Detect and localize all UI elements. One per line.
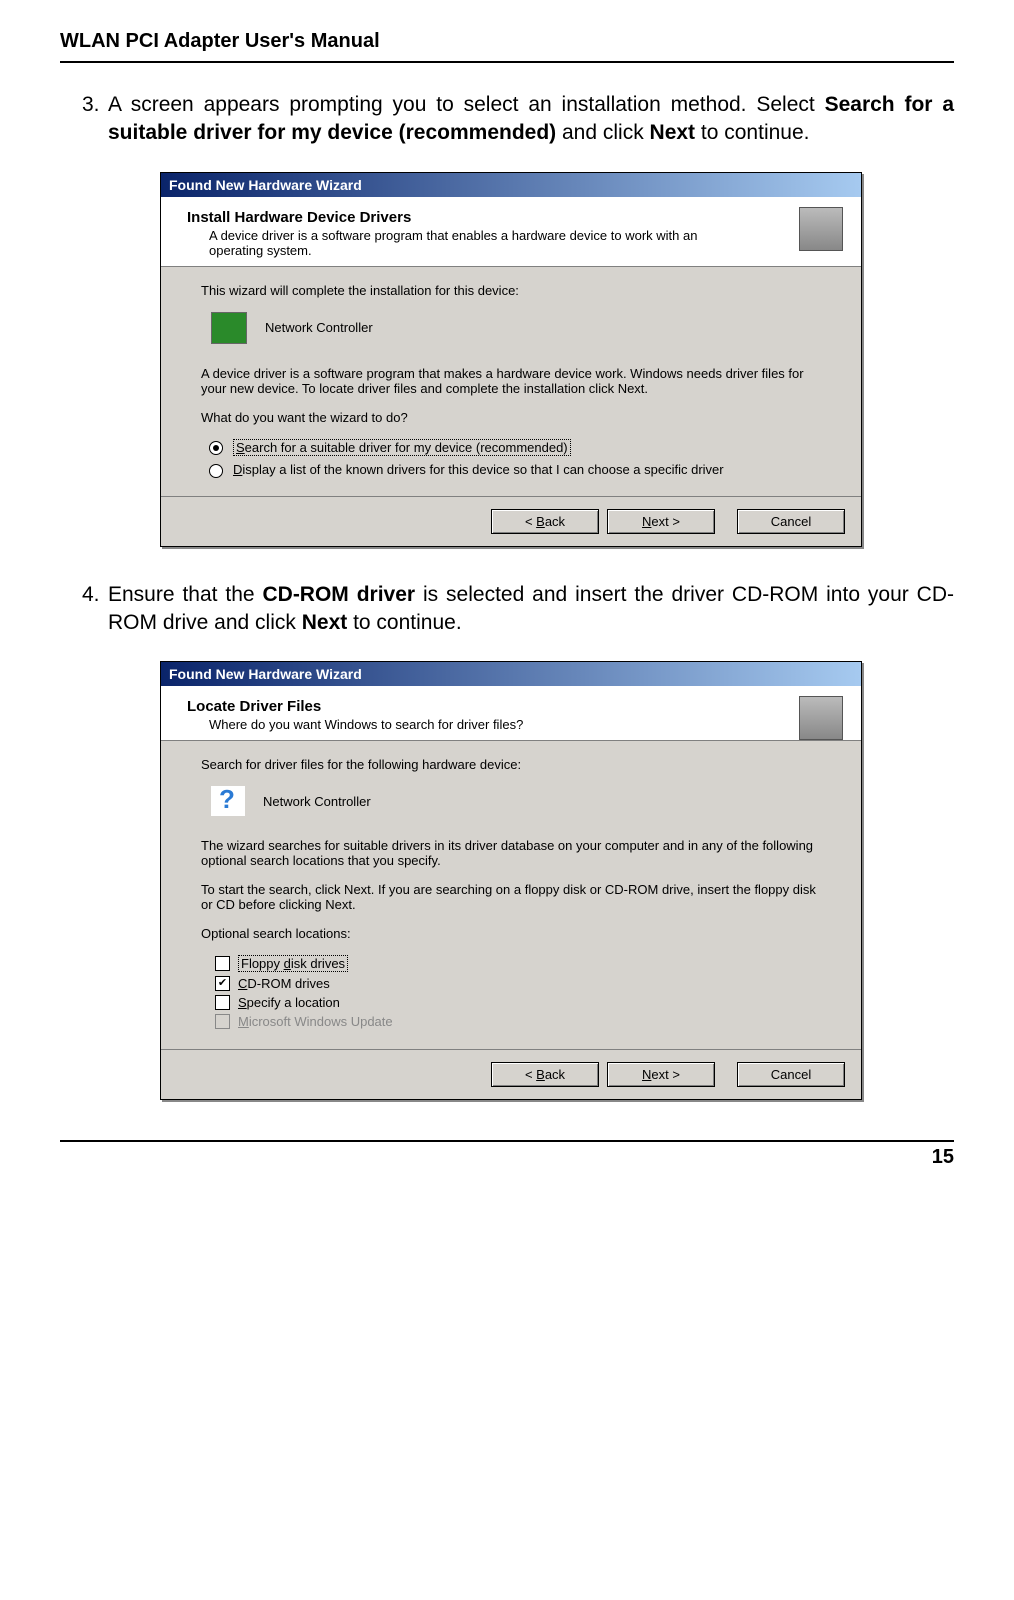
window-titlebar: Found New Hardware Wizard — [161, 662, 861, 686]
button-bar: < Back Next > Cancel — [161, 496, 861, 546]
check-cdrom[interactable]: ✔ CD-ROM drives — [215, 976, 821, 991]
device-name: Network Controller — [265, 320, 373, 335]
banner-subtitle: A device driver is a software program th… — [209, 228, 729, 258]
check-label: CD-ROM drives — [238, 976, 330, 991]
radio-label: Display a list of the known drivers for … — [233, 462, 724, 477]
t: to continue. — [347, 611, 461, 634]
doc-header: WLAN PCI Adapter User's Manual — [60, 30, 954, 63]
computer-icon — [799, 207, 843, 251]
device-chip-icon — [211, 312, 247, 344]
radio-icon — [209, 441, 223, 455]
step-number: 3. — [82, 91, 108, 148]
device-row: Network Controller — [211, 786, 821, 816]
text: Optional search locations: — [201, 926, 821, 941]
t: A screen appears prompting you to select… — [108, 93, 825, 116]
text: This wizard will complete the installati… — [201, 283, 821, 298]
text: Search for driver files for the followin… — [201, 757, 821, 772]
wizard-content: Search for driver files for the followin… — [161, 741, 861, 1049]
t: and click — [556, 121, 649, 144]
radio-label: SSearch for a suitable driver for my dev… — [233, 439, 571, 456]
wizard-locate-files: Found New Hardware Wizard Locate Driver … — [160, 661, 862, 1100]
device-row: Network Controller — [211, 312, 821, 344]
wizard-banner: Locate Driver Files Where do you want Wi… — [161, 686, 861, 740]
text: The wizard searches for suitable drivers… — [201, 838, 821, 868]
check-specify[interactable]: Specify a location — [215, 995, 821, 1010]
button-bar: < Back Next > Cancel — [161, 1049, 861, 1099]
page-footer: 15 — [60, 1140, 954, 1169]
back-button[interactable]: < Back — [491, 1062, 599, 1087]
device-name: Network Controller — [263, 794, 371, 809]
radio-display-list[interactable]: Display a list of the known drivers for … — [209, 462, 821, 478]
back-button[interactable]: < Back — [491, 509, 599, 534]
step-text: Ensure that the CD-ROM driver is selecte… — [108, 581, 954, 638]
check-windows-update: Microsoft Windows Update — [215, 1014, 821, 1029]
text: To start the search, click Next. If you … — [201, 882, 821, 912]
next-button[interactable]: Next > — [607, 1062, 715, 1087]
t: Next — [650, 121, 696, 144]
t: Ensure that the — [108, 583, 262, 606]
check-label: Specify a location — [238, 995, 340, 1010]
check-label: Microsoft Windows Update — [238, 1014, 393, 1029]
check-floppy[interactable]: Floppy disk drives — [215, 955, 821, 972]
wizard-install-drivers: Found New Hardware Wizard Install Hardwa… — [160, 172, 862, 547]
t: to continue. — [695, 121, 809, 144]
checklist: Floppy disk drives ✔ CD-ROM drives Speci… — [215, 955, 821, 1029]
checkbox-icon — [215, 1014, 230, 1029]
cancel-button[interactable]: Cancel — [737, 1062, 845, 1087]
window-titlebar: Found New Hardware Wizard — [161, 173, 861, 197]
step-4: 4. Ensure that the CD-ROM driver is sele… — [82, 581, 954, 638]
step-3: 3. A screen appears prompting you to sel… — [82, 91, 954, 148]
checkbox-icon — [215, 956, 230, 971]
banner-title: Install Hardware Device Drivers — [187, 209, 843, 226]
text: A device driver is a software program th… — [201, 366, 821, 396]
t: CD-ROM driver — [262, 583, 415, 606]
step-text: A screen appears prompting you to select… — [108, 91, 954, 148]
t: Next — [302, 611, 348, 634]
check-label: Floppy disk drives — [238, 955, 348, 972]
question-icon — [211, 786, 245, 816]
radio-icon — [209, 464, 223, 478]
wizard-content: This wizard will complete the installati… — [161, 267, 861, 496]
checkbox-icon — [215, 995, 230, 1010]
radio-search-driver[interactable]: SSearch for a suitable driver for my dev… — [209, 439, 821, 456]
page: WLAN PCI Adapter User's Manual 3. A scre… — [0, 0, 1014, 1199]
next-button[interactable]: Next > — [607, 509, 715, 534]
checkbox-icon: ✔ — [215, 976, 230, 991]
banner-subtitle: Where do you want Windows to search for … — [209, 717, 729, 732]
wizard-banner: Install Hardware Device Drivers A device… — [161, 197, 861, 266]
step-number: 4. — [82, 581, 108, 638]
text: What do you want the wizard to do? — [201, 410, 821, 425]
banner-title: Locate Driver Files — [187, 698, 843, 715]
computer-icon — [799, 696, 843, 740]
cancel-button[interactable]: Cancel — [737, 509, 845, 534]
